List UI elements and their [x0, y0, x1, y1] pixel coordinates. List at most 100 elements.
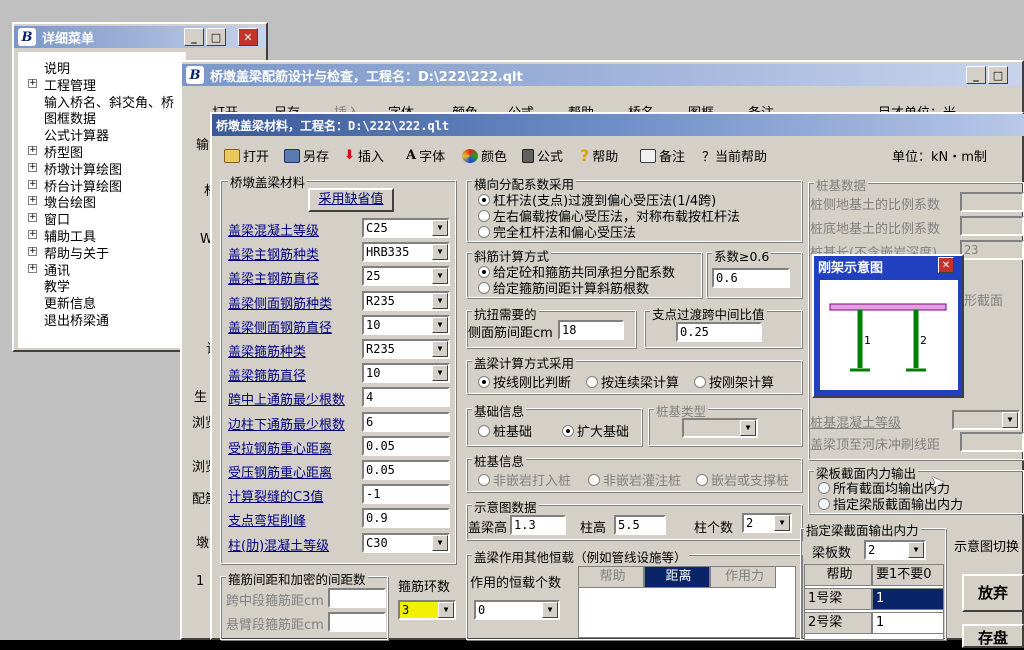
material-label[interactable]: 盖梁侧面钢筋直径	[228, 317, 332, 336]
pile-data-concrete-select[interactable]: ▼	[952, 410, 1020, 430]
calc-method-option-2[interactable]: 按连续梁计算	[586, 372, 679, 391]
material-label[interactable]: 盖梁箍筋直径	[228, 365, 306, 384]
material-field[interactable]: 0.05	[362, 435, 450, 456]
frame-popup-titlebar[interactable]: 刚架示意图 ✕	[814, 256, 962, 276]
minimize-icon[interactable]: _	[184, 28, 204, 46]
other-loads-col-help: 帮助	[578, 566, 644, 588]
tree-expand-icon[interactable]: +	[28, 162, 37, 172]
column-height-field[interactable]: 5.5	[614, 515, 666, 535]
pile-data-field-5[interactable]	[960, 432, 1024, 452]
dropdown-arrow-icon: ▼	[432, 534, 448, 551]
font-button[interactable]: A 字体	[406, 146, 445, 165]
material-field[interactable]: -1	[362, 484, 450, 505]
beam-output-specified[interactable]: 指定梁版截面输出内力	[818, 494, 963, 513]
maximize-icon[interactable]: □	[206, 28, 226, 46]
material-label[interactable]: 边柱下通筋最少根数	[228, 414, 345, 433]
tree-expand-icon[interactable]: +	[28, 230, 37, 239]
tree-expand-icon[interactable]: +	[28, 213, 37, 223]
tree-expand-icon[interactable]: +	[28, 246, 37, 256]
material-label[interactable]: 盖梁混凝土等级	[228, 220, 319, 239]
column-count-select[interactable]: 2 ▼	[742, 513, 792, 533]
material-select[interactable]: 10 ▼	[362, 363, 450, 384]
material-label[interactable]: 受拉钢筋重心距离	[228, 438, 332, 457]
stirrup-cant-field[interactable]	[328, 612, 386, 632]
color-button[interactable]: 颜色	[462, 146, 507, 165]
tree-expand-icon[interactable]: +	[28, 78, 37, 88]
open-button[interactable]: 打开	[224, 146, 269, 165]
close-icon[interactable]: ✕	[938, 257, 954, 273]
material-field[interactable]: 4	[362, 387, 450, 408]
discard-button[interactable]: 放弃	[962, 574, 1024, 612]
material-label[interactable]: 盖梁箍筋种类	[228, 341, 306, 360]
spec-count-select[interactable]: 2 ▼	[864, 540, 926, 560]
notes-button[interactable]: 备注	[640, 146, 685, 165]
save-button[interactable]: 存盘	[962, 624, 1024, 648]
material-select[interactable]: R235 ▼	[362, 339, 450, 359]
help-button[interactable]: ? 帮助	[580, 146, 618, 165]
pile-info-option-1[interactable]: 非嵌岩打入桩	[478, 470, 571, 489]
beam-height-field[interactable]: 1.3	[510, 515, 566, 535]
shear-option-2[interactable]: 给定箍筋间距计算斜筋根数	[478, 278, 649, 297]
menu-item[interactable]: 退出桥梁通	[44, 310, 109, 329]
spec-row-1-value[interactable]: 1	[872, 588, 944, 610]
material-label[interactable]: 支点弯矩削峰	[228, 510, 306, 529]
pile-info-option-3[interactable]: 嵌岩或支撑桩	[696, 470, 789, 489]
radio-dot-icon	[586, 375, 598, 388]
formula-button[interactable]: 公式	[522, 146, 563, 165]
tree-expand-icon[interactable]: +	[28, 263, 37, 273]
calc-method-option-3-label: 按刚架计算	[709, 376, 775, 391]
material-titlebar[interactable]: 桥墩盖梁材料，工程名：D:\222\222.qlt	[212, 114, 1024, 136]
foundation-option-pile[interactable]: 桩基础	[478, 421, 532, 440]
ratio-field[interactable]: 0.25	[676, 322, 762, 342]
maximize-icon[interactable]: □	[988, 66, 1008, 84]
stirrup-rings-select[interactable]: 3 ▼	[398, 600, 456, 620]
current-help-button[interactable]: ？当前帮助	[702, 146, 767, 165]
spec-row-2-value[interactable]: 1	[872, 612, 944, 634]
lateral-option-3[interactable]: 完全杠杆法和偏心受压法	[478, 222, 636, 241]
material-label[interactable]: 盖梁侧面钢筋种类	[228, 293, 332, 312]
material-select[interactable]: C25 ▼	[362, 218, 450, 238]
color-label: 颜色	[481, 150, 508, 165]
material-label[interactable]: 计算裂缝的C3值	[228, 486, 323, 505]
material-label[interactable]: 柱(肋)混凝土等级	[228, 535, 329, 554]
other-loads-count-select[interactable]: 0 ▼	[474, 600, 560, 620]
material-select[interactable]: R235 ▼	[362, 290, 450, 311]
torsion-field[interactable]: 18	[558, 320, 624, 340]
minimize-icon[interactable]: _	[966, 66, 986, 84]
material-field[interactable]: 0.05	[362, 460, 450, 480]
save-as-button[interactable]: 另存	[284, 146, 329, 165]
material-value: 10	[366, 317, 381, 332]
material-select[interactable]: 10 ▼	[362, 314, 450, 335]
close-icon[interactable]: ✕	[238, 28, 258, 46]
calc-method-option-1[interactable]: 按线刚比判断	[478, 372, 571, 391]
detail-menu-titlebar[interactable]: B 详细菜单 _ □ ✕	[14, 26, 266, 48]
insert-button[interactable]: ⬇ 插入	[344, 146, 384, 165]
tree-expand-icon[interactable]: +	[28, 179, 37, 189]
material-label[interactable]: 跨中上通筋最少根数	[228, 389, 345, 408]
material-label[interactable]: 盖梁主钢筋种类	[228, 244, 319, 263]
formula-label: 公式	[537, 150, 564, 165]
tree-expand-icon[interactable]: +	[28, 146, 37, 155]
material-label[interactable]: 盖梁主钢筋直径	[228, 268, 319, 287]
pile-type-select[interactable]: ▼	[682, 418, 758, 438]
pile-data-field-1[interactable]	[960, 192, 1024, 212]
pile-info-option-2[interactable]: 非嵌岩灌注桩	[588, 470, 681, 489]
diagram-switch-label[interactable]: 示意图切换	[954, 536, 1019, 555]
calc-method-option-3[interactable]: 按刚架计算	[694, 372, 774, 391]
material-label[interactable]: 受压钢筋重心距离	[228, 462, 332, 481]
default-values-button[interactable]: 采用缺省值	[308, 188, 394, 212]
pile-data-field-3[interactable]: 23	[960, 240, 1024, 260]
pile-data-field-2[interactable]	[960, 216, 1024, 236]
foundation-option-spread[interactable]: 扩大基础	[562, 421, 629, 440]
tree-expand-icon[interactable]: +	[28, 196, 37, 206]
material-field[interactable]: 6	[362, 411, 450, 432]
main-titlebar[interactable]: B 桥墩盖梁配筋设计与检查，工程名：D:\222\222.qlt _ □	[182, 64, 1022, 86]
other-loads-col-distance[interactable]: 距离	[644, 566, 710, 588]
material-field[interactable]: 0.9	[362, 508, 450, 529]
material-select[interactable]: 25 ▼	[362, 266, 450, 287]
stirrup-mid-field[interactable]	[328, 588, 386, 608]
dropdown-arrow-icon: ▼	[542, 602, 558, 618]
material-select[interactable]: C30 ▼	[362, 532, 450, 553]
material-select[interactable]: HRB335 ▼	[362, 242, 450, 263]
coef-field[interactable]: 0.6	[712, 268, 790, 288]
